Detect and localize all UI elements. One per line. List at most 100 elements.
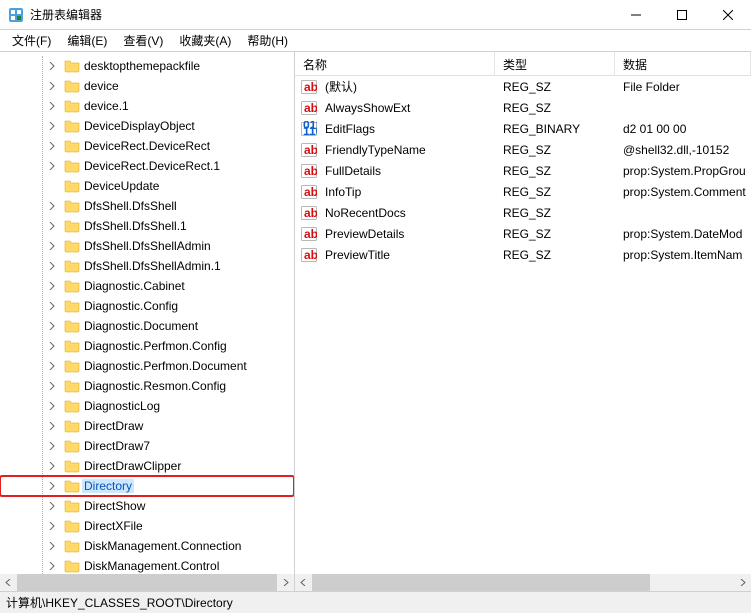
menu-help[interactable]: 帮助(H): [239, 30, 296, 51]
tree-item[interactable]: device.1: [0, 96, 294, 116]
tree-item[interactable]: DfsShell.DfsShell: [0, 196, 294, 216]
tree-item[interactable]: DirectDrawClipper: [0, 456, 294, 476]
tree-item[interactable]: Diagnostic.Cabinet: [0, 276, 294, 296]
cell-type: REG_SZ: [495, 206, 615, 220]
expand-icon[interactable]: [46, 519, 58, 533]
expand-icon[interactable]: [46, 299, 58, 313]
tree-item[interactable]: DfsShell.DfsShellAdmin.1: [0, 256, 294, 276]
titlebar: 注册表编辑器: [0, 0, 751, 30]
expand-icon[interactable]: [46, 59, 58, 73]
tree-item[interactable]: Diagnostic.Perfmon.Document: [0, 356, 294, 376]
value-icon: ab: [301, 247, 317, 263]
tree-item[interactable]: DeviceRect.DeviceRect: [0, 136, 294, 156]
tree-item[interactable]: desktopthemepackfile: [0, 56, 294, 76]
folder-icon: [64, 558, 80, 574]
expand-icon[interactable]: [46, 339, 58, 353]
expand-icon[interactable]: [46, 559, 58, 573]
tree-item-label: DiskManagement.Control: [82, 559, 221, 573]
column-type[interactable]: 类型: [495, 52, 615, 75]
expand-icon[interactable]: [46, 159, 58, 173]
key-tree[interactable]: desktopthemepackfiledevicedevice.1Device…: [0, 56, 294, 574]
menu-view[interactable]: 查看(V): [115, 30, 171, 51]
list-row[interactable]: abNoRecentDocsREG_SZ: [295, 202, 751, 223]
expand-icon[interactable]: [46, 399, 58, 413]
maximize-button[interactable]: [659, 0, 705, 30]
expand-icon[interactable]: [46, 79, 58, 93]
list-row[interactable]: abFullDetailsREG_SZprop:System.PropGrou: [295, 160, 751, 181]
expand-icon[interactable]: [46, 279, 58, 293]
tree-item[interactable]: Diagnostic.Document: [0, 316, 294, 336]
expand-icon[interactable]: [46, 419, 58, 433]
column-data[interactable]: 数据: [615, 52, 751, 75]
expand-icon[interactable]: [46, 99, 58, 113]
tree-scrollbar-h[interactable]: [0, 574, 294, 591]
value-list-pane: 名称 类型 数据 ab(默认)REG_SZFile FolderabAlways…: [295, 52, 751, 591]
cell-name: FullDetails: [317, 164, 495, 178]
value-icon: 011110: [301, 121, 317, 137]
menu-file[interactable]: 文件(F): [4, 30, 59, 51]
column-name[interactable]: 名称: [295, 52, 495, 75]
scroll-right-icon[interactable]: [734, 574, 751, 591]
cell-type: REG_SZ: [495, 143, 615, 157]
list-row[interactable]: abInfoTipREG_SZprop:System.Comment: [295, 181, 751, 202]
expand-icon[interactable]: [46, 219, 58, 233]
expand-icon[interactable]: [46, 239, 58, 253]
menu-favorites[interactable]: 收藏夹(A): [171, 30, 239, 51]
expand-icon[interactable]: [46, 379, 58, 393]
scroll-left-icon[interactable]: [295, 574, 312, 591]
cell-name: FriendlyTypeName: [317, 143, 495, 157]
value-list[interactable]: ab(默认)REG_SZFile FolderabAlwaysShowExtRE…: [295, 76, 751, 265]
expand-icon[interactable]: [46, 359, 58, 373]
menu-edit[interactable]: 编辑(E): [59, 30, 115, 51]
tree-item[interactable]: Directory: [0, 476, 294, 496]
content: desktopthemepackfiledevicedevice.1Device…: [0, 52, 751, 591]
tree-item[interactable]: DirectDraw7: [0, 436, 294, 456]
expand-icon[interactable]: [46, 439, 58, 453]
tree-item-label: Directory: [82, 479, 134, 493]
tree-item[interactable]: Diagnostic.Perfmon.Config: [0, 336, 294, 356]
expand-icon[interactable]: [46, 319, 58, 333]
tree-item[interactable]: DeviceUpdate: [0, 176, 294, 196]
tree-item[interactable]: DfsShell.DfsShell.1: [0, 216, 294, 236]
tree-item[interactable]: DirectShow: [0, 496, 294, 516]
expand-icon[interactable]: [46, 479, 58, 493]
menubar: 文件(F) 编辑(E) 查看(V) 收藏夹(A) 帮助(H): [0, 30, 751, 52]
scroll-right-icon[interactable]: [277, 574, 294, 591]
tree-item[interactable]: DeviceDisplayObject: [0, 116, 294, 136]
tree-item[interactable]: Diagnostic.Config: [0, 296, 294, 316]
folder-icon: [64, 238, 80, 254]
value-icon: ab: [301, 100, 317, 116]
list-row[interactable]: abAlwaysShowExtREG_SZ: [295, 97, 751, 118]
cell-type: REG_SZ: [495, 101, 615, 115]
expand-icon[interactable]: [46, 199, 58, 213]
tree-item[interactable]: DiagnosticLog: [0, 396, 294, 416]
tree-item[interactable]: DiskManagement.Control: [0, 556, 294, 574]
tree-item[interactable]: DirectDraw: [0, 416, 294, 436]
expand-icon[interactable]: [46, 459, 58, 473]
tree-item-label: DfsShell.DfsShell: [82, 199, 179, 213]
minimize-button[interactable]: [613, 0, 659, 30]
expand-icon[interactable]: [46, 259, 58, 273]
tree-item[interactable]: device: [0, 76, 294, 96]
list-row[interactable]: 011110EditFlagsREG_BINARYd2 01 00 00: [295, 118, 751, 139]
list-row[interactable]: abPreviewTitleREG_SZprop:System.ItemNam: [295, 244, 751, 265]
tree-item-label: desktopthemepackfile: [82, 59, 202, 73]
list-row[interactable]: abFriendlyTypeNameREG_SZ@shell32.dll,-10…: [295, 139, 751, 160]
expand-icon[interactable]: [46, 139, 58, 153]
list-scrollbar-h[interactable]: [295, 574, 751, 591]
tree-item-label: DfsShell.DfsShellAdmin: [82, 239, 213, 253]
expand-icon[interactable]: [46, 539, 58, 553]
folder-icon: [64, 58, 80, 74]
tree-item[interactable]: Diagnostic.Resmon.Config: [0, 376, 294, 396]
tree-item[interactable]: DfsShell.DfsShellAdmin: [0, 236, 294, 256]
expand-icon[interactable]: [46, 499, 58, 513]
list-row[interactable]: ab(默认)REG_SZFile Folder: [295, 76, 751, 97]
expand-icon[interactable]: [46, 119, 58, 133]
tree-item[interactable]: DirectXFile: [0, 516, 294, 536]
list-row[interactable]: abPreviewDetailsREG_SZprop:System.DateMo…: [295, 223, 751, 244]
close-button[interactable]: [705, 0, 751, 30]
tree-item[interactable]: DiskManagement.Connection: [0, 536, 294, 556]
value-icon: ab: [301, 205, 317, 221]
scroll-left-icon[interactable]: [0, 574, 17, 591]
tree-item[interactable]: DeviceRect.DeviceRect.1: [0, 156, 294, 176]
